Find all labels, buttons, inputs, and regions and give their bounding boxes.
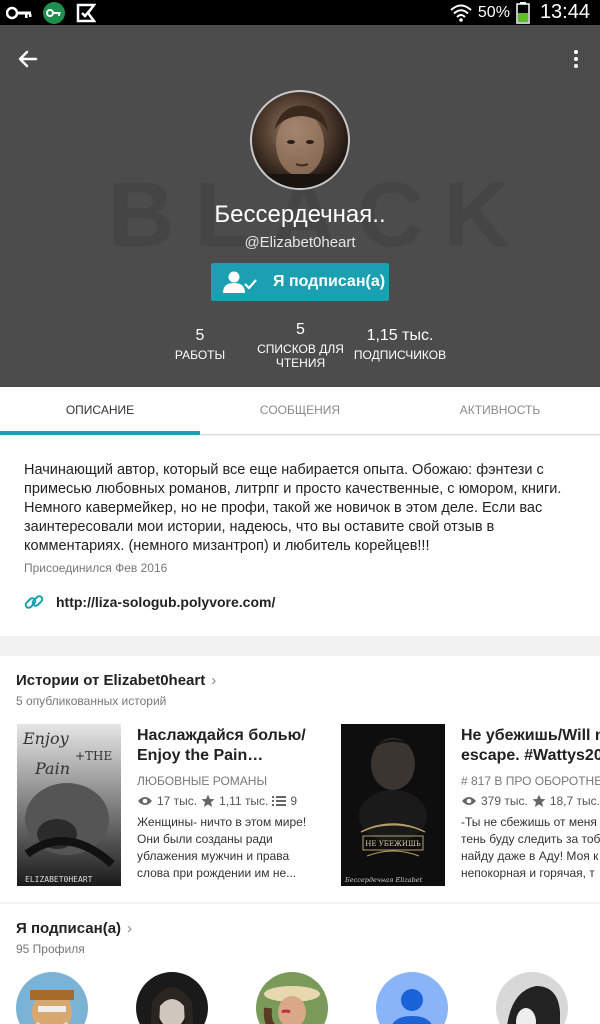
- story-title-line1: Не убежишь/Will not: [461, 727, 600, 744]
- story-desc-line: тень буду следить за тоб: [461, 832, 600, 846]
- following-section: Я подписан(а) › 95 Профиля: [0, 904, 600, 1024]
- story-desc-line: Женщины- ничто в этом мире!: [137, 815, 307, 829]
- stat-reading-lists[interactable]: 5 СПИСКОВ ДЛЯ ЧТЕНИЯ: [253, 321, 348, 370]
- story-category: ЛЮБОВНЫЕ РОМАНЫ: [137, 774, 268, 788]
- stat-followers-label: ПОДПИСЧИКОВ: [353, 348, 447, 362]
- following-subtitle: 95 Профиля: [16, 942, 85, 956]
- story-votes: 1,11 тыс.: [219, 794, 269, 808]
- cover-title-the: +THE: [75, 749, 112, 763]
- story-desc-line: найду даже в Аду! Моя к: [461, 849, 599, 863]
- cover-title-enjoy: Enjoy: [22, 729, 70, 748]
- eye-icon: [462, 797, 476, 805]
- story-info: Наслаждайся болью/ Enjoy the Pain… ЛЮБОВ…: [137, 726, 327, 882]
- story-card[interactable]: НЕ УБЕЖИШЬ Бессердечная Elizabet Не убеж…: [341, 724, 600, 894]
- profile-avatar: [250, 90, 350, 190]
- story-desc-line: непокорная и горячая, т: [461, 866, 595, 880]
- active-tab-indicator: [0, 431, 200, 435]
- cover-author: ELIZABET0HEART: [25, 875, 93, 884]
- story-reads: 379 тыс.: [481, 794, 528, 808]
- website-link-text: http://liza-sologub.polyvore.com/: [56, 594, 276, 610]
- story-parts: 9: [290, 794, 298, 808]
- story-desc-line: ублажения мужчин и права: [137, 849, 290, 863]
- stories-section: Истории от Elizabet0heart › 5 опубликован…: [0, 656, 600, 902]
- stories-title: Истории от Elizabet0heart: [16, 672, 206, 689]
- stat-works-value: 5: [195, 327, 205, 344]
- about-section: Начинающий автор, который все еще набира…: [0, 436, 600, 636]
- link-icon: [24, 595, 44, 609]
- tab-activity[interactable]: АКТИВНОСТЬ: [400, 387, 600, 435]
- story-desc-line: Они были созданы ради: [137, 832, 273, 846]
- app-notification-icon: [76, 3, 96, 23]
- story-title-line2: escape. #Wattys2017: [461, 747, 600, 764]
- back-button[interactable]: [14, 45, 42, 73]
- stat-works-label: РАБОТЫ: [174, 348, 226, 362]
- story-votes: 18,7 тыс.: [549, 794, 600, 808]
- status-icons-right: 50% 13:44: [450, 0, 590, 25]
- vpn-key-icon: [43, 2, 65, 24]
- story-desc-line: -Ты не сбежишь от меня: [461, 815, 597, 829]
- story-desc-line: слова при рождении им не...: [137, 866, 297, 880]
- clock: 13:44: [539, 1, 590, 23]
- story-stats: 379 тыс. 18,7 тыс.: [461, 794, 600, 808]
- overflow-menu-button[interactable]: [564, 45, 588, 73]
- status-bar: 50% 13:44: [0, 0, 600, 25]
- username: @Elizabet0heart: [244, 234, 356, 251]
- display-name: Бессердечная..: [214, 201, 386, 228]
- list-icon: [272, 796, 287, 806]
- followed-user-avatar[interactable]: [136, 972, 208, 1024]
- stat-reading-lists-label: СПИСКОВ ДЛЯ ЧТЕНИЯ: [257, 342, 344, 370]
- about-text: Начинающий автор, который все еще набира…: [24, 462, 562, 554]
- stat-followers-value: 1,15 тыс.: [366, 327, 434, 344]
- chevron-right-icon: ›: [127, 920, 133, 937]
- story-cover: Enjoy +THE Pain ELIZABET0HEART: [17, 724, 121, 886]
- cover-title: НЕ УБЕЖИШЬ: [365, 840, 421, 848]
- cover-title-pain: Pain: [34, 759, 70, 778]
- following-title: Я подписан(а): [16, 920, 122, 937]
- person-check-icon: [223, 271, 257, 293]
- battery-icon: [516, 1, 530, 24]
- eye-icon: [138, 797, 152, 805]
- joined-date: Присоединился Фев 2016: [24, 561, 168, 575]
- chevron-right-icon: ›: [211, 672, 217, 689]
- story-description: Женщины- ничто в этом мире! Они были соз…: [137, 814, 327, 882]
- cover-author: Бессердечная Elizabet: [344, 876, 423, 884]
- star-icon: [532, 794, 546, 807]
- story-title-line2: Enjoy the Pain…: [137, 747, 264, 764]
- arrow-back-icon: [18, 50, 38, 68]
- following-button[interactable]: Я подписан(а): [211, 263, 389, 301]
- website-link[interactable]: http://liza-sologub.polyvore.com/: [24, 592, 275, 612]
- following-button-label: Я подписан(а): [273, 273, 386, 290]
- key-icon: [6, 6, 32, 20]
- star-icon: [201, 794, 215, 807]
- story-card[interactable]: Enjoy +THE Pain ELIZABET0HEART Наслаждай…: [17, 724, 337, 894]
- followed-user-avatar[interactable]: [16, 972, 88, 1024]
- story-title-line1: Наслаждайся болью/: [137, 727, 306, 744]
- status-icons-left: [6, 2, 96, 24]
- tab-about[interactable]: ОПИСАНИЕ: [0, 387, 200, 435]
- wifi-icon: [450, 4, 472, 22]
- story-category: # 817 В ПРО ОБОРОТНЕЙ: [461, 774, 600, 788]
- stat-reading-lists-value: 5: [296, 321, 305, 338]
- tab-messages[interactable]: СООБЩЕНИЯ: [200, 387, 400, 435]
- followed-user-avatar[interactable]: [256, 972, 328, 1024]
- followed-user-avatar[interactable]: [376, 972, 448, 1024]
- followed-user-avatar[interactable]: [496, 972, 568, 1024]
- stories-subtitle: 5 опубликованных историй: [16, 694, 167, 708]
- story-reads: 17 тыс.: [157, 794, 198, 808]
- story-stats: 17 тыс. 1,11 тыс. 9: [137, 794, 327, 808]
- following-header[interactable]: Я подписан(а) ›: [16, 920, 132, 937]
- stat-followers[interactable]: 1,15 тыс. ПОДПИСЧИКОВ: [352, 327, 448, 362]
- story-info: Не убежишь/Will not escape. #Wattys2017 …: [461, 726, 600, 882]
- story-cover: НЕ УБЕЖИШЬ Бессердечная Elizabet: [341, 724, 445, 886]
- battery-percent: 50%: [477, 3, 510, 21]
- profile-header: BLACK Бессердечная.. @Elizabet0heart Я п…: [0, 25, 600, 387]
- profile-tabs: ОПИСАНИЕ СООБЩЕНИЯ АКТИВНОСТЬ: [0, 387, 600, 435]
- story-description: -Ты не сбежишь от меня тень буду следить…: [461, 814, 600, 882]
- stat-works[interactable]: 5 РАБОТЫ: [160, 327, 240, 362]
- stories-header[interactable]: Истории от Elizabet0heart ›: [16, 672, 216, 689]
